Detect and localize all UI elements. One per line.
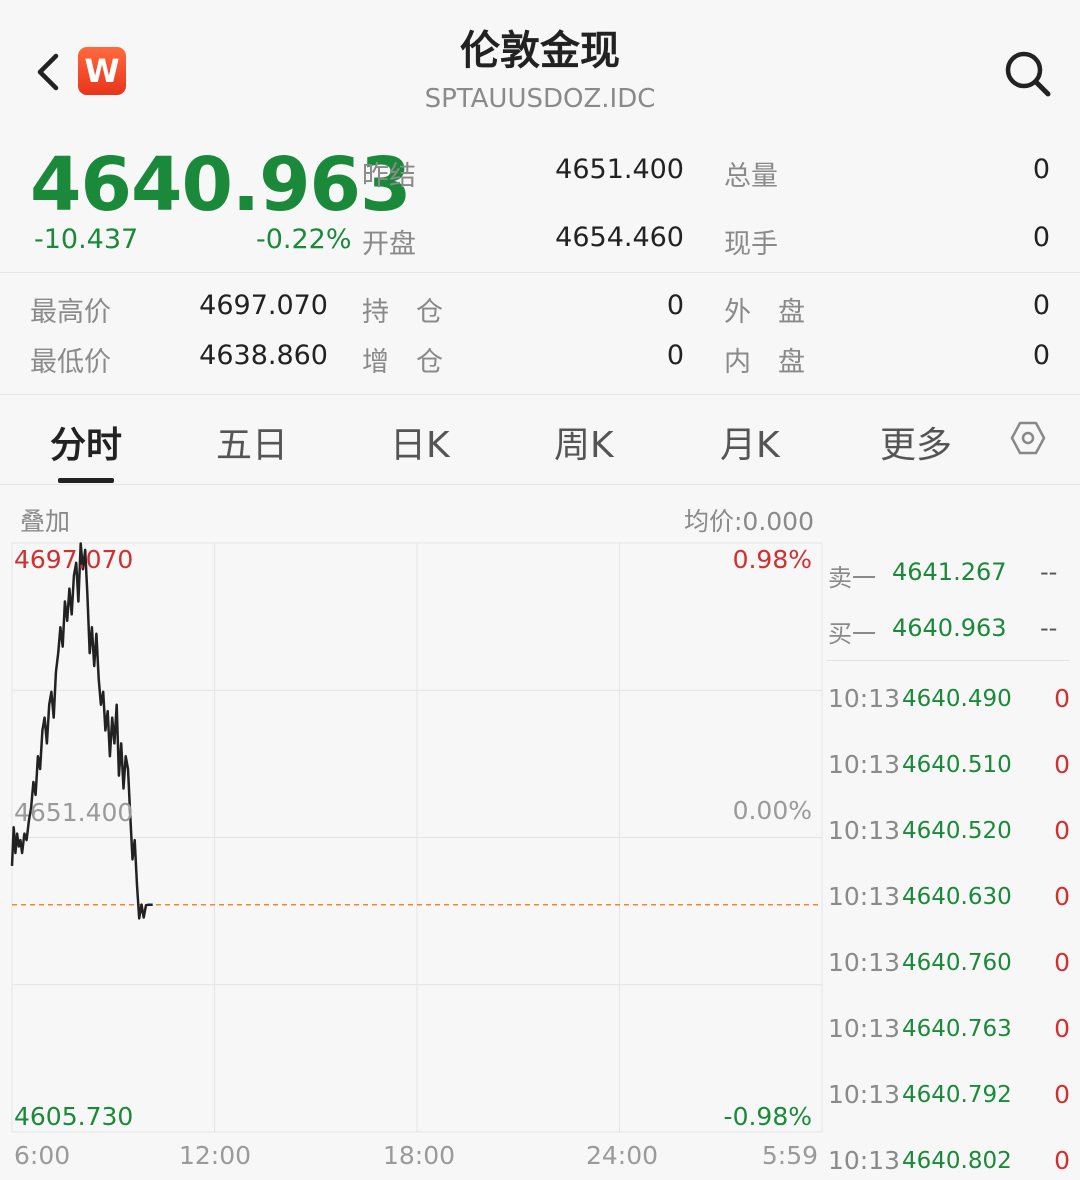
tick-volume: 0 [1054, 882, 1070, 911]
price-series-line [10, 542, 153, 920]
tab-more[interactable]: 更多 [880, 416, 952, 468]
tab-daily-k[interactable]: 日K [390, 416, 450, 468]
y-axis-low-label: 4605.730 [14, 1102, 133, 1131]
ask1-label: 卖一 [828, 564, 876, 592]
divider [826, 660, 1070, 661]
total-volume-value: 0 [1032, 154, 1050, 185]
pct-axis-high-label: 0.98% [733, 545, 812, 574]
x-axis-label: 6:00 [14, 1141, 70, 1170]
tick-time: 10:13 [828, 750, 901, 779]
outer-volume-label: 外 盘 [724, 297, 805, 328]
bid1-price: 4640.963 [892, 614, 1007, 642]
high-label: 最高价 [30, 297, 111, 328]
tick-volume: 0 [1054, 948, 1070, 977]
avg-price-label: 均价:0.000 [684, 507, 814, 536]
page-title: 伦敦金现 [460, 28, 620, 74]
tick-time: 10:13 [828, 948, 901, 977]
tick-price: 4640.763 [902, 1016, 1012, 1042]
tab-monthly-k[interactable]: 月K [720, 416, 780, 468]
ask1-volume: -- [1040, 558, 1058, 586]
y-axis-mid-label: 4651.400 [14, 798, 133, 827]
x-axis-label: 12:00 [179, 1141, 251, 1170]
bid1-label: 买一 [828, 620, 876, 648]
y-axis-high-label: 4697.070 [14, 545, 133, 574]
price-change: -10.437 [34, 224, 139, 255]
low-value: 4638.860 [199, 340, 328, 371]
x-axis-label: 5:59 [762, 1141, 818, 1170]
tick-volume: 0 [1054, 1080, 1070, 1109]
tick-time: 10:13 [828, 1146, 901, 1175]
tick-price: 4640.792 [902, 1082, 1012, 1108]
tick-time: 10:13 [828, 684, 901, 713]
open-interest-label: 持 仓 [362, 297, 443, 328]
prev-settle-label: 昨结 [362, 161, 416, 192]
tick-price: 4640.630 [902, 884, 1012, 910]
tick-price: 4640.490 [902, 686, 1012, 712]
inner-volume-value: 0 [1032, 340, 1050, 371]
divider [0, 484, 1080, 485]
ask1-price: 4641.267 [892, 558, 1007, 586]
chart-grid [11, 542, 823, 1133]
divider [0, 394, 1080, 395]
prev-settle-value: 4651.400 [555, 154, 684, 185]
total-volume-label: 总量 [724, 161, 778, 192]
current-lot-label: 现手 [724, 229, 778, 260]
tick-price: 4640.520 [902, 818, 1012, 844]
tick-time: 10:13 [828, 882, 901, 911]
tick-volume: 0 [1054, 1014, 1070, 1043]
inner-volume-label: 内 盘 [724, 347, 805, 378]
open-interest-value: 0 [666, 290, 684, 321]
open-value: 4654.460 [555, 222, 684, 253]
tab-intraday[interactable]: 分时 [50, 416, 122, 468]
tick-volume: 0 [1054, 750, 1070, 779]
divider [0, 272, 1080, 273]
tick-volume: 0 [1054, 1146, 1070, 1175]
low-label: 最低价 [30, 347, 111, 378]
tick-volume: 0 [1054, 816, 1070, 845]
tick-volume: 0 [1054, 684, 1070, 713]
outer-volume-value: 0 [1032, 290, 1050, 321]
tick-time: 10:13 [828, 1080, 901, 1109]
symbol-code: SPTAUUSDOZ.IDC [424, 84, 656, 114]
settings-icon[interactable] [1010, 420, 1046, 456]
search-icon[interactable] [1000, 46, 1054, 100]
high-value: 4697.070 [199, 290, 328, 321]
active-tab-indicator [58, 478, 114, 483]
tick-price: 4640.760 [902, 950, 1012, 976]
tab-weekly-k[interactable]: 周K [554, 416, 614, 468]
open-label: 开盘 [362, 229, 416, 260]
tick-price: 4640.802 [902, 1148, 1012, 1174]
tab-five-day[interactable]: 五日 [216, 416, 288, 468]
oi-change-label: 增 仓 [362, 347, 443, 378]
pct-axis-low-label: -0.98% [724, 1102, 812, 1131]
price-change-pct: -0.22% [256, 224, 352, 255]
tick-price: 4640.510 [902, 752, 1012, 778]
overlay-button[interactable]: 叠加 [20, 502, 70, 538]
bid1-volume: -- [1040, 614, 1058, 642]
oi-change-value: 0 [666, 340, 684, 371]
x-axis-label: 24:00 [586, 1141, 658, 1170]
last-price: 4640.963 [30, 142, 412, 228]
pct-axis-mid-label: 0.00% [733, 796, 812, 825]
current-lot-value: 0 [1032, 222, 1050, 253]
tick-time: 10:13 [828, 816, 901, 845]
x-axis-label: 18:00 [383, 1141, 455, 1170]
tick-time: 10:13 [828, 1014, 901, 1043]
